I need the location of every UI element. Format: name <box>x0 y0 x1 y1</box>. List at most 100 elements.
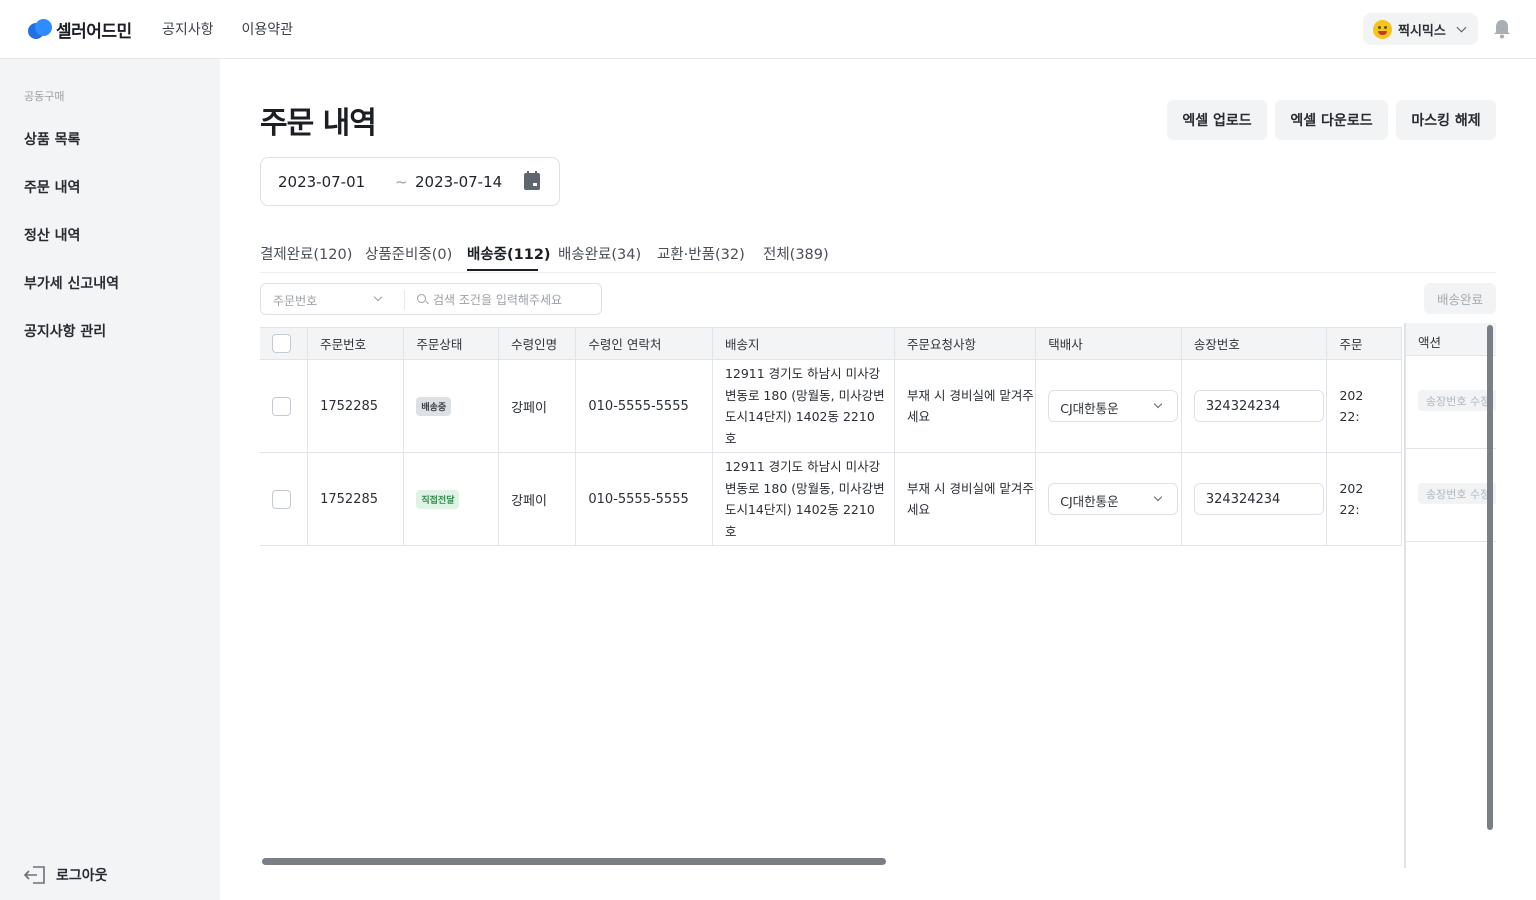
carrier-select[interactable]: CJ대한통운 <box>1048 390 1179 422</box>
table-row: 1752285 직접전달 강페이 010-5555-5555 12911 경기도… <box>260 452 1402 546</box>
sidebar: 공동구매 상품 목록 주문 내역 정산 내역 부가세 신고내역 공지사항 관리 … <box>0 59 220 900</box>
search-filter: 주문번호 <box>260 283 602 315</box>
edit-tracking-button[interactable]: 송장번호 수정 <box>1418 390 1496 411</box>
chevron-down-icon <box>1154 492 1163 502</box>
column-header[interactable]: 택배사 <box>1035 327 1182 360</box>
nav-link-terms[interactable]: 이용약관 <box>242 19 294 39</box>
orders-table: 주문번호 주문상태 수령인명 수령인 연락처 배송지 주문요청사항 택배사 송장… <box>260 327 1402 547</box>
row-select-cell <box>260 452 309 546</box>
sidebar-item-settlement[interactable]: 정산 내역 <box>24 225 80 245</box>
logout-icon <box>24 866 45 884</box>
calendar-icon[interactable] <box>524 171 540 190</box>
order-date: 202 <box>1339 388 1364 403</box>
column-header[interactable]: 주문 <box>1326 327 1402 360</box>
carrier-select[interactable]: CJ대한통운 <box>1048 483 1179 515</box>
user-name: 찍시믹스 <box>1398 23 1446 39</box>
unmask-button[interactable]: 마스킹 해제 <box>1396 100 1496 140</box>
chevron-down-icon <box>1154 399 1163 409</box>
tab-shipping[interactable]: 배송중(112) <box>467 243 551 264</box>
tab-all[interactable]: 전체(389) <box>763 243 829 264</box>
order-date-cell: 202 22: <box>1326 359 1402 453</box>
sidebar-item-products[interactable]: 상품 목록 <box>24 129 80 149</box>
chevron-down-icon <box>373 292 383 302</box>
tab-delivered[interactable]: 배송완료(34) <box>558 243 641 264</box>
recipient-phone: 010-5555-5555 <box>575 452 713 546</box>
column-header[interactable]: 수령인명 <box>498 327 577 360</box>
row-checkbox[interactable] <box>272 396 291 416</box>
tracking-number-input[interactable] <box>1193 390 1324 422</box>
column-header[interactable]: 송장번호 <box>1180 327 1328 360</box>
app-logo[interactable]: 셀러어드민 <box>28 17 132 42</box>
bell-icon[interactable] <box>1493 19 1511 39</box>
nav-link-notice[interactable]: 공지사항 <box>162 19 214 39</box>
tab-paid[interactable]: 결제완료(120) <box>260 243 352 264</box>
excel-upload-button[interactable]: 엑셀 업로드 <box>1167 100 1267 140</box>
status-tabs: 결제완료(120) 상품준비중(0) 배송중(112) 배송완료(34) 교환·… <box>260 240 1496 273</box>
end-date[interactable]: 2023-07-14 <box>415 173 502 191</box>
search-input[interactable] <box>433 290 593 310</box>
sidebar-item-orders[interactable]: 주문 내역 <box>24 177 80 197</box>
row-checkbox[interactable] <box>272 489 291 509</box>
tracking-cell <box>1180 452 1328 546</box>
edit-tracking-button[interactable]: 송장번호 수정 <box>1418 483 1496 504</box>
page-title: 주문 내역 <box>260 106 377 141</box>
order-time: 22: <box>1339 409 1360 424</box>
carrier-value: CJ대한통운 <box>1060 494 1119 509</box>
order-number: 1752285 <box>307 452 405 546</box>
user-menu-button[interactable]: 찍시믹스 <box>1363 13 1478 45</box>
shipping-address: 12911 경기도 하남시 미사강변동로 180 (망월동, 미사강변도시14단… <box>711 359 896 453</box>
sidebar-category: 공동구매 <box>24 90 65 103</box>
select-all-cell <box>260 327 309 360</box>
order-time: 22: <box>1339 502 1360 517</box>
date-separator: ~ <box>395 172 408 191</box>
order-date: 202 <box>1339 481 1364 496</box>
chevron-down-icon <box>1456 22 1467 32</box>
order-request: 부재 시 경비실에 맡겨주세요 <box>894 452 1037 546</box>
search-icon <box>417 294 426 303</box>
column-header[interactable]: 수령인 연락처 <box>575 327 713 360</box>
excel-download-button[interactable]: 엑셀 다운로드 <box>1275 100 1388 140</box>
order-number: 1752285 <box>307 359 405 453</box>
logout-label: 로그아웃 <box>56 868 108 884</box>
sidebar-item-vat[interactable]: 부가세 신고내역 <box>24 273 119 293</box>
start-date[interactable]: 2023-07-01 <box>278 173 365 191</box>
carrier-cell: CJ대한통운 <box>1035 359 1182 453</box>
avatar <box>1373 19 1392 39</box>
recipient-name: 강페이 <box>498 452 577 546</box>
column-header[interactable]: 주문상태 <box>403 327 500 360</box>
order-date-cell: 202 22: <box>1326 452 1402 546</box>
order-request: 부재 시 경비실에 맡겨주세요 <box>894 359 1037 453</box>
carrier-cell: CJ대한통운 <box>1035 452 1182 546</box>
column-header[interactable]: 배송지 <box>711 327 896 360</box>
horizontal-scrollbar[interactable] <box>262 858 886 865</box>
recipient-phone: 010-5555-5555 <box>575 359 713 453</box>
action-row: 송장번호 수정 <box>1406 449 1496 542</box>
tab-exchange-return[interactable]: 교환·반품(32) <box>657 243 745 264</box>
tab-preparing[interactable]: 상품준비중(0) <box>365 243 452 264</box>
order-status-cell: 직접전달 <box>403 452 500 546</box>
action-column: 액션 송장번호 수정 송장번호 수정 <box>1404 323 1496 868</box>
vertical-scrollbar[interactable] <box>1487 325 1493 830</box>
search-field-select[interactable]: 주문번호 <box>273 292 317 309</box>
logo-icon <box>28 18 52 41</box>
logout-button[interactable]: 로그아웃 <box>24 865 108 885</box>
column-header[interactable]: 주문번호 <box>307 327 405 360</box>
date-range-picker[interactable]: 2023-07-01 ~ 2023-07-14 <box>260 157 560 206</box>
table-row: 1752285 배송중 강페이 010-5555-5555 12911 경기도 … <box>260 359 1402 453</box>
tracking-number-input[interactable] <box>1193 483 1324 515</box>
action-row: 송장번호 수정 <box>1406 356 1496 449</box>
recipient-name: 강페이 <box>498 359 577 453</box>
action-column-header: 액션 <box>1406 323 1496 356</box>
mark-delivered-button[interactable]: 배송완료 <box>1424 283 1496 314</box>
active-tab-indicator <box>467 269 538 271</box>
tracking-cell <box>1180 359 1328 453</box>
status-badge: 배송중 <box>416 396 452 416</box>
column-header[interactable]: 주문요청사항 <box>894 327 1037 360</box>
select-all-checkbox[interactable] <box>272 334 291 353</box>
shipping-address: 12911 경기도 하남시 미사강변동로 180 (망월동, 미사강변도시14단… <box>711 452 896 546</box>
sidebar-item-notice-admin[interactable]: 공지사항 관리 <box>24 321 106 341</box>
top-nav: 공지사항 이용약관 <box>162 19 293 39</box>
order-status-cell: 배송중 <box>403 359 500 453</box>
status-badge: 직접전달 <box>416 489 460 509</box>
filter-divider <box>404 290 405 310</box>
